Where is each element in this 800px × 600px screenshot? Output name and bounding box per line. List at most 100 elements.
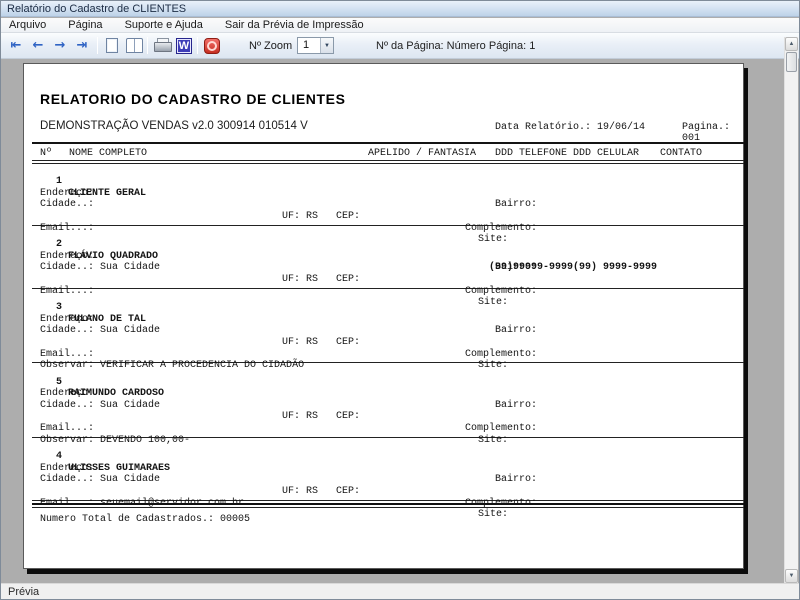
menu-item-suporte[interactable]: Suporte e Ajuda [125,19,203,31]
last-page-button[interactable]: ⇥ [71,35,93,57]
record-city-row: Cidade..: Sua Cidade UF: RS CEP: Complem… [40,314,743,326]
record-address-row: Endereço: Bairro: [40,302,743,314]
site-label: Site: [478,509,508,521]
record-email-row: Email...: seuemail@servidor.com.br Site: [40,486,743,498]
report-page: RELATORIO DO CADASTRO DE CLIENTES DEMONS… [23,63,744,569]
menu-item-sair-previa[interactable]: Sair da Prévia de Impressão [225,19,364,31]
record-email-row: Email...: Site: [40,274,743,286]
record-city-row: Cidade..: Sua Cidade UF: RS CEP: Complem… [40,251,743,263]
export-group: W [151,33,195,58]
window-title: Relatório do Cadastro de CLIENTES [7,3,186,15]
close-preview-button[interactable] [201,35,223,57]
column-name: NOME COMPLETO [69,148,147,159]
email-field: Email...: seuemail@servidor.com.br [40,498,244,510]
first-page-icon: ⇤ [11,39,22,52]
first-page-button[interactable]: ⇤ [5,35,27,57]
previous-page-icon: ← [33,39,44,52]
client-record: 3 FULANO DE TAL Endereço: Bairro: Cidade… [40,291,743,364]
record-separator [32,288,744,289]
previous-page-button[interactable]: ← [27,35,49,57]
record-separator [32,225,744,226]
column-contact: CONTATO [660,148,702,159]
scroll-down-icon: ▼ [789,573,795,579]
report-page-number: Pagina.: 001 [682,122,743,144]
zoom-label: Nº Zoom [249,33,292,58]
vertical-scrollbar[interactable]: ▲ ▼ [784,37,798,583]
toolbar-separator [147,37,148,54]
report-records: 1 CLIENTE GERAL Endereço: Bairro: Cidade… [40,165,743,501]
record-blank-row [40,262,743,274]
record-name-row: 5 RAIMUNDO CARDOSO [40,365,743,377]
toolbar: ⇤ ← → ⇥ W Nº Zoom 1 ▼ Nº da Página: Núme… [1,33,799,59]
toolbar-separator [197,37,198,54]
record-observation-row: Observar: DEVENDO 100,00- [40,423,743,435]
window-titlebar[interactable]: Relatório do Cadastro de CLIENTES [1,1,799,17]
scroll-up-icon: ▲ [789,41,795,47]
client-record: 4 ULISSES GUIMARAES Endereço: Bairro: Ci… [40,440,743,501]
power-icon [204,38,220,54]
record-name-row: 1 CLIENTE GERAL [40,165,743,177]
record-observation-row: Observar: VERIFICAR A PROCEDENCIA DO CID… [40,349,743,361]
single-page-view-button[interactable] [101,35,123,57]
page-number-info: Nº da Página: Número Página: 1 [376,33,535,58]
printer-icon [154,38,170,53]
report-footer-total: Numero Total de Cadastrados.: 00005 [40,514,743,525]
record-email-row: Email...: Site: [40,411,743,423]
column-header-row: Nº NOME COMPLETO APELIDO / FANTASIA DDD … [40,148,743,160]
column-alias: APELIDO / FANTASIA [368,148,476,159]
page-view-group [101,33,145,58]
report-title: RELATORIO DO CADASTRO DE CLIENTES [40,91,743,107]
single-page-icon [106,38,118,53]
record-address-row: Endereço: Bairro: [40,176,743,188]
status-bar: Prévia [1,583,799,599]
menu-item-arquivo[interactable]: Arquivo [9,19,46,31]
column-phones: DDD TELEFONE DDD CELULAR [495,148,639,159]
last-page-icon: ⇥ [77,39,88,52]
scrollbar-thumb[interactable] [786,52,797,72]
zoom-select[interactable]: 1 ▼ [297,37,334,54]
toolbar-separator [97,37,98,54]
two-pages-icon [126,38,143,53]
record-name-row: 4 ULISSES GUIMARAES [40,440,743,452]
record-address-row: Endereço: Bairro: [40,239,743,251]
chevron-down-icon: ▼ [324,43,330,49]
zoom-dropdown-button[interactable]: ▼ [320,38,333,53]
menu-bar: Arquivo Página Suporte e Ajuda Sair da P… [1,18,799,33]
client-record: 5 RAIMUNDO CARDOSO Endereço: Bairro: Cid… [40,365,743,438]
column-num: Nº [40,148,52,159]
export-word-button[interactable]: W [173,35,195,57]
next-page-icon: → [55,39,66,52]
status-text: Prévia [8,586,39,598]
record-email-row: Email...: Site: [40,211,743,223]
report-subtitle: DEMONSTRAÇÃO VENDAS v2.0 300914 010514 V [40,120,308,132]
record-blank-row [40,400,743,412]
next-page-button[interactable]: → [49,35,71,57]
record-address-row: Endereço: Bairro: [40,451,743,463]
exit-group [201,33,223,58]
divider [32,160,744,164]
record-name-row: 3 FULANO DE TAL [40,291,743,303]
record-email-row: Email...: Site: [40,337,743,349]
report-date: Data Relatório.: 19/06/14 [495,122,645,133]
record-address-row: Endereço: Bairro: [40,377,743,389]
scroll-down-button[interactable]: ▼ [785,569,798,583]
print-button[interactable] [151,35,173,57]
record-blank-row [40,325,743,337]
record-city-row: Cidade..: Sua Cidade UF: RS CEP: Complem… [40,388,743,400]
report-subheader: DEMONSTRAÇÃO VENDAS v2.0 300914 010514 V… [40,120,743,134]
word-icon: W [176,38,192,54]
record-city-row: Cidade..: Sua Cidade UF: RS CEP: Complem… [40,463,743,475]
two-page-view-button[interactable] [123,35,145,57]
preview-area: RELATORIO DO CADASTRO DE CLIENTES DEMONS… [1,59,799,583]
zoom-value: 1 [298,38,320,53]
record-blank-row [40,474,743,486]
record-blank-row [40,199,743,211]
record-city-row: Cidade..: UF: RS CEP: Complemento: [40,188,743,200]
divider [32,142,744,144]
scroll-up-button[interactable]: ▲ [785,37,798,51]
page-nav-group: ⇤ ← → ⇥ [5,33,93,58]
client-record: 1 CLIENTE GERAL Endereço: Bairro: Cidade… [40,165,743,226]
menu-item-pagina[interactable]: Página [68,19,102,31]
complement-label: Complemento: [465,498,537,510]
client-record: 2 FLÁVIO QUADRADO (99)99999-9999(99) 999… [40,228,743,289]
